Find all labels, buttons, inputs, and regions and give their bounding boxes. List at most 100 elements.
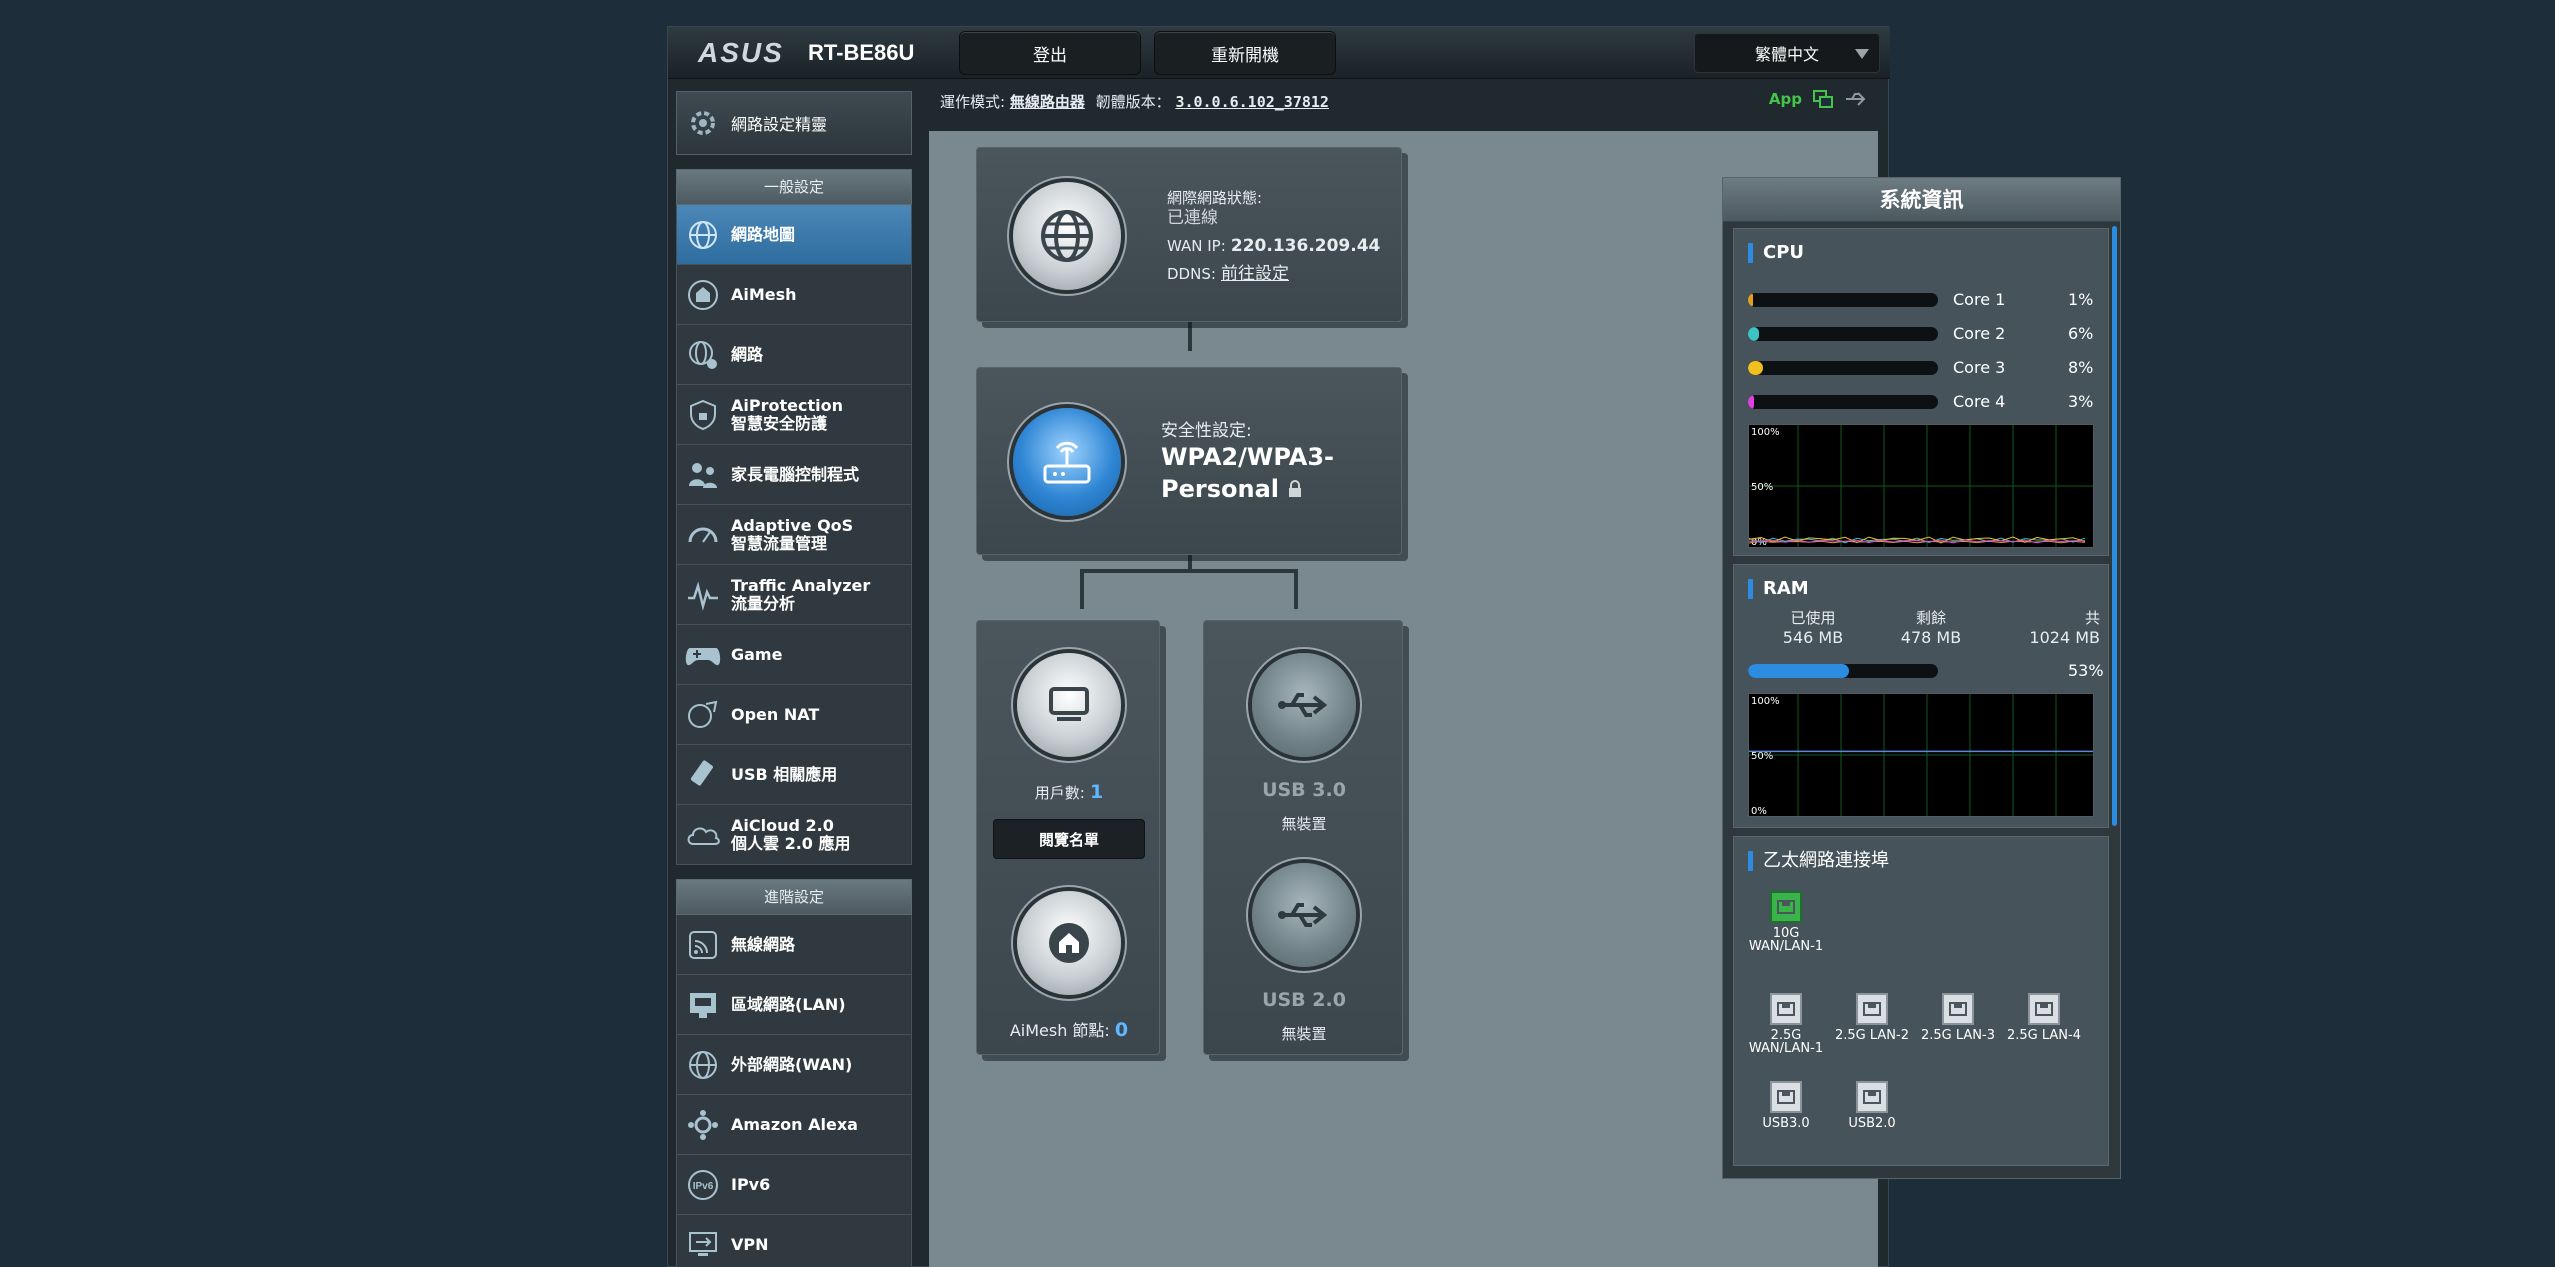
aimesh-icon [683, 275, 723, 315]
network-map-area: 網際網路狀態: 已連線 WAN IP: 220.136.209.44 DDNS:… [929, 131, 2121, 1267]
cpu-core-row: Core 3 8% [1748, 358, 2108, 377]
general-section-header: 一般設定 [676, 169, 912, 205]
svg-text:IPv6: IPv6 [693, 1181, 714, 1192]
ethernet-port[interactable]: 2.5G LAN-4 [2004, 993, 2084, 1042]
usb2-port-icon[interactable] [1252, 863, 1356, 967]
sidebar-item-sublabel: 智慧流量管理 [731, 533, 828, 553]
firmware-label: 韌體版本： [1095, 93, 1171, 111]
aimesh-node-icon[interactable] [1017, 891, 1121, 995]
mode-value-link[interactable]: 無線路由器 [1010, 93, 1085, 111]
quick-setup-label: 網路設定精靈 [731, 115, 828, 134]
shield-icon [683, 395, 723, 435]
sidebar-item-vpn[interactable]: VPN [676, 1215, 912, 1267]
mode-label: 運作模式: [940, 93, 1006, 111]
quick-setup-button[interactable]: 網路設定精靈 [676, 91, 912, 155]
security-value-line1: WPA2/WPA3- [1161, 443, 1334, 471]
wifi-icon [683, 925, 723, 965]
sidebar-item-network[interactable]: 網路 [676, 325, 912, 385]
top-bar: ASUS RT-BE86U 登出 重新開機 繁體中文 [668, 27, 1890, 79]
sidebar-item-label: 區域網路(LAN) [731, 994, 846, 1014]
app-link-icon[interactable] [1812, 89, 1834, 109]
sidebar-item-label: 家長電腦控制程式 [731, 464, 860, 484]
usb3-status: 無裝置 [1281, 815, 1327, 833]
sidebar-item-parental-controls[interactable]: 家長電腦控制程式 [676, 445, 912, 505]
sidebar-item-ipv6[interactable]: IPv6 IPv6 [676, 1155, 912, 1215]
ethernet-port[interactable]: 2.5G WAN/LAN-1 [1746, 993, 1826, 1055]
usb-drive-icon [683, 755, 723, 795]
sidebar-item-lan[interactable]: 區域網路(LAN) [676, 975, 912, 1035]
system-info-scrollbar[interactable] [2112, 226, 2117, 826]
model-name: RT-BE86U [808, 40, 915, 65]
ram-usage-row: 53% [1748, 661, 2108, 680]
ethernet-port-label: USB3.0 [1762, 1116, 1810, 1131]
wizard-gear-icon [691, 111, 715, 135]
sidebar-item-wireless[interactable]: 無線網路 [676, 915, 912, 975]
app-label[interactable]: App [1769, 90, 1802, 108]
family-icon [683, 455, 723, 495]
ram-free-value: 478 MB [1900, 628, 1962, 647]
sidebar-item-alexa[interactable]: Amazon Alexa [676, 1095, 912, 1155]
ethernet-port[interactable]: 2.5G LAN-3 [1918, 993, 1998, 1042]
ethernet-ports-title: 乙太網路連接埠 [1748, 851, 1889, 871]
usb-card: USB 3.0 無裝置 USB 2.0 無裝置 [1203, 620, 1403, 1055]
sidebar-item-label: 無線網路 [731, 934, 796, 954]
sidebar: 網路設定精靈 一般設定 網路地圖 AiMesh 網路 AiProtection 智… [676, 91, 912, 1267]
ethernet-port[interactable]: USB2.0 [1832, 1081, 1912, 1130]
router-icon[interactable] [1013, 408, 1121, 516]
usb3-label: USB 3.0 [1262, 779, 1346, 801]
sidebar-item-sublabel: 個人雲 2.0 應用 [731, 833, 851, 853]
sidebar-item-traffic-analyzer[interactable]: Traffic Analyzer 流量分析 [676, 565, 912, 625]
sidebar-item-usb-apps[interactable]: USB 相關應用 [676, 745, 912, 805]
sidebar-item-wan[interactable]: 外部網路(WAN) [676, 1035, 912, 1095]
wan-ip-value: 220.136.209.44 [1230, 236, 1381, 256]
usb3-port-icon[interactable] [1252, 653, 1356, 757]
sidebar-item-open-nat[interactable]: Open NAT [676, 685, 912, 745]
cpu-core-percent: 8% [2068, 358, 2094, 377]
sidebar-item-label: Traffic Analyzer [731, 575, 871, 595]
monitor-icon[interactable] [1017, 653, 1121, 757]
ethernet-port-icon [2028, 993, 2060, 1025]
language-select[interactable]: 繁體中文 [1694, 33, 1880, 73]
sidebar-item-label: Open NAT [731, 704, 820, 724]
router-security-card[interactable]: 安全性設定: WPA2/WPA3- Personal [976, 367, 1402, 555]
cpu-core-bar [1748, 293, 1938, 307]
internet-status-label: 網際網路狀態: [1167, 189, 1263, 207]
sidebar-item-label: 外部網路(WAN) [731, 1054, 853, 1074]
view-list-button[interactable]: 閱覽名單 [993, 819, 1145, 859]
internet-globe-icon[interactable] [1013, 182, 1121, 290]
graph-axis-label: 100% [1751, 427, 1780, 438]
ram-used-label: 已使用 [1790, 609, 1836, 627]
ethernet-port[interactable]: USB3.0 [1746, 1081, 1826, 1130]
reboot-button[interactable]: 重新開機 [1154, 31, 1336, 75]
sidebar-item-aicloud[interactable]: AiCloud 2.0 個人雲 2.0 應用 [676, 805, 912, 865]
security-label: 安全性設定: [1161, 421, 1252, 441]
sidebar-item-aimesh[interactable]: AiMesh [676, 265, 912, 325]
cpu-core-fill [1748, 395, 1754, 409]
sidebar-item-network-map[interactable]: 網路地圖 [676, 205, 912, 265]
ram-usage-bar [1748, 664, 1938, 678]
ipv6-icon: IPv6 [683, 1165, 723, 1205]
system-info-title: 系統資訊 [1723, 178, 2120, 222]
usb-port-icon [1856, 1081, 1888, 1113]
ethernet-port-label: 10G WAN/LAN-1 [1748, 926, 1824, 954]
ddns-setup-link[interactable]: 前往設定 [1221, 264, 1289, 284]
sidebar-item-adaptive-qos[interactable]: Adaptive QoS 智慧流量管理 [676, 505, 912, 565]
globe-icon [683, 215, 723, 255]
open-nat-icon [683, 695, 723, 735]
cpu-core-fill [1748, 293, 1753, 307]
firmware-value-link[interactable]: 3.0.0.6.102_37812 [1175, 93, 1329, 111]
internet-status-card[interactable]: 網際網路狀態: 已連線 WAN IP: 220.136.209.44 DDNS:… [976, 147, 1402, 322]
ethernet-ports-panel: 乙太網路連接埠 10G WAN/LAN-1 2.5G WAN/LAN-1 2.5G … [1733, 836, 2109, 1166]
chevron-down-icon [1855, 49, 1869, 59]
language-value: 繁體中文 [1754, 45, 1819, 64]
sidebar-item-label: AiCloud 2.0 [731, 815, 834, 835]
ethernet-port[interactable]: 10G WAN/LAN-1 [1746, 891, 1826, 953]
wan-globe-icon [683, 1045, 723, 1085]
sidebar-item-aiprotection[interactable]: AiProtection 智慧安全防護 [676, 385, 912, 445]
cpu-core-percent: 6% [2068, 324, 2094, 343]
sidebar-item-game[interactable]: Game [676, 625, 912, 685]
ram-usage-graph: 100% 50% 0% [1748, 693, 2094, 817]
logout-button[interactable]: 登出 [959, 31, 1141, 75]
usb-status-icon[interactable] [1844, 89, 1868, 109]
ethernet-port[interactable]: 2.5G LAN-2 [1832, 993, 1912, 1042]
